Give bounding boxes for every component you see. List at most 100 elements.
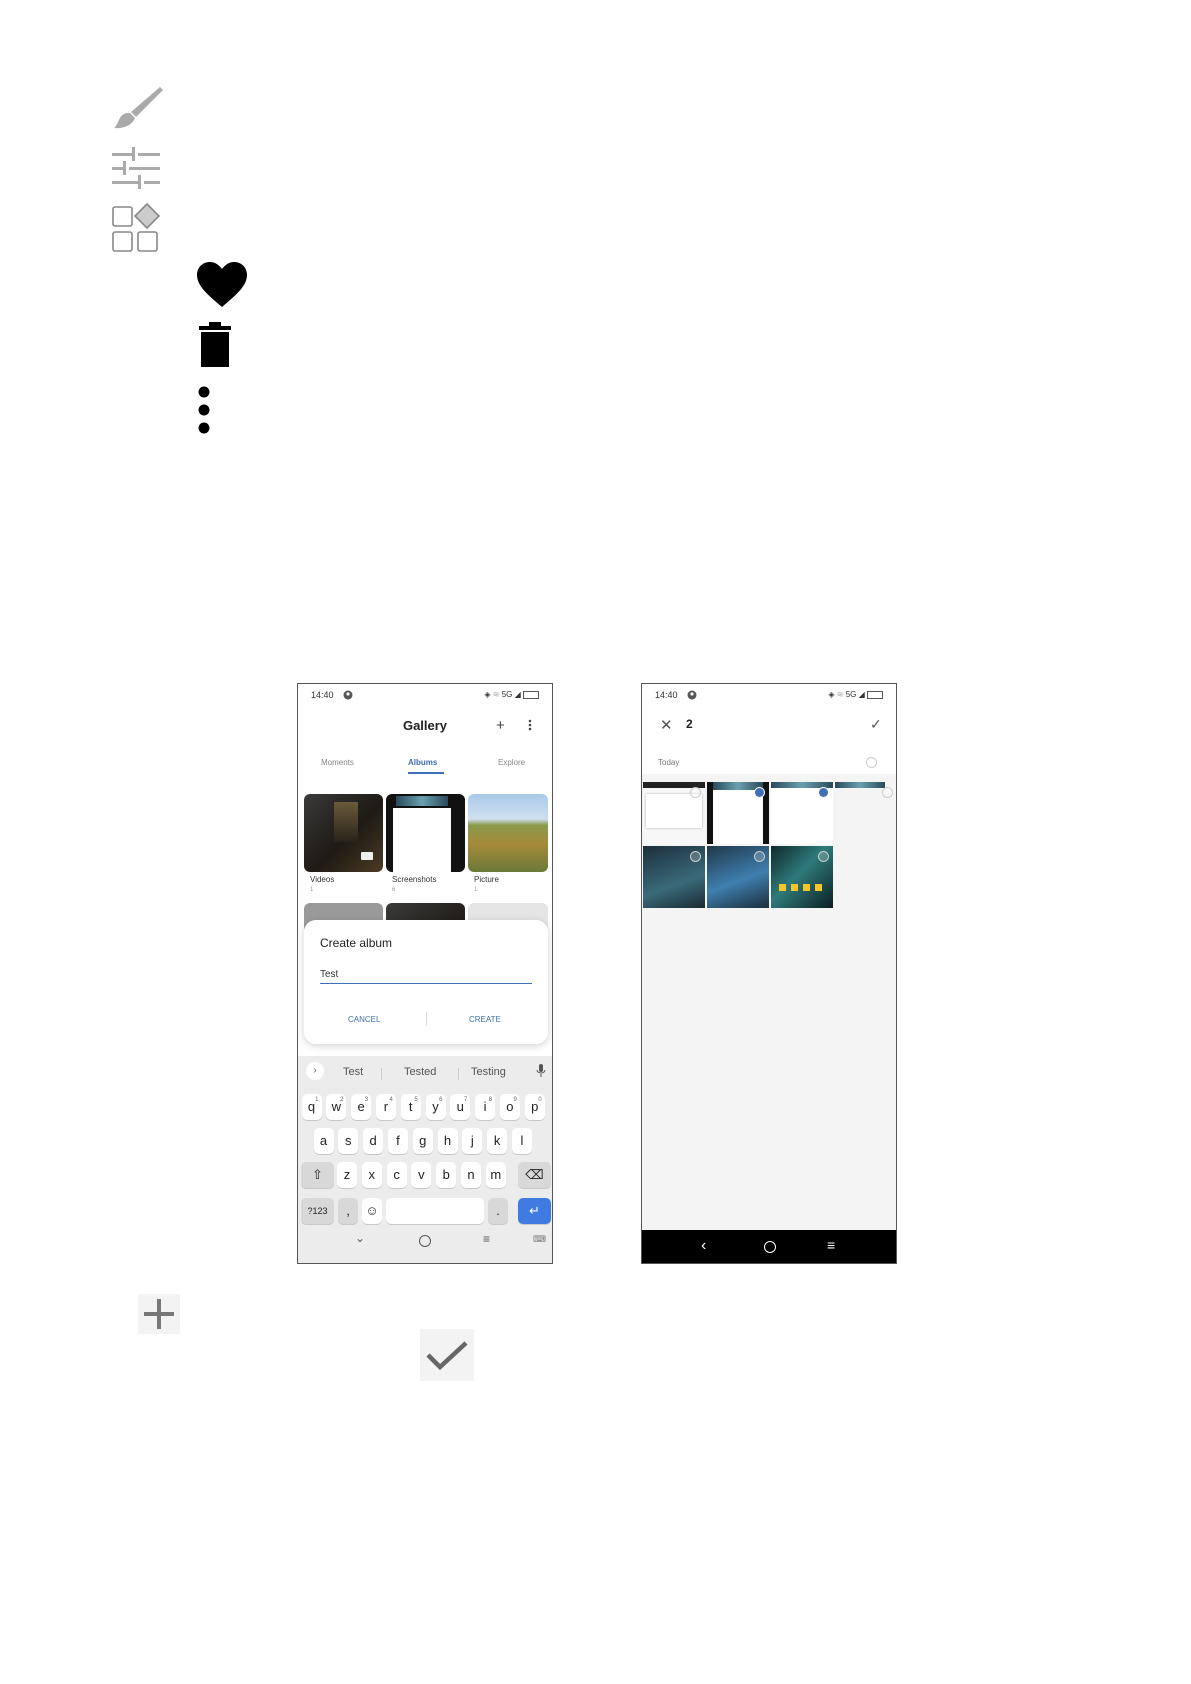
select-radio-5[interactable] xyxy=(690,851,701,862)
key-s[interactable]: s xyxy=(338,1128,359,1154)
suggestion-3[interactable]: Testing xyxy=(471,1066,506,1078)
select-radio-3[interactable] xyxy=(818,787,829,798)
comma-key[interactable]: , xyxy=(338,1198,358,1224)
key-m[interactable]: m xyxy=(485,1162,506,1188)
select-radio-1[interactable] xyxy=(690,787,701,798)
wifi-icon: ≋ xyxy=(836,690,844,699)
album-thumb-picture[interactable] xyxy=(468,794,548,872)
dialog-title: Create album xyxy=(320,936,393,950)
key-t[interactable]: t5 xyxy=(400,1094,421,1120)
tab-explore[interactable]: Explore xyxy=(498,758,525,767)
suggestion-2[interactable]: Tested xyxy=(404,1066,436,1078)
backspace-key[interactable]: ⌫ xyxy=(518,1162,551,1188)
more-vert-icon xyxy=(198,386,212,434)
status-bar: 14:40 ◈ ≋ 5G ◢ xyxy=(642,684,896,706)
keyboard-expand-button[interactable]: › xyxy=(306,1062,324,1080)
tab-indicator xyxy=(408,772,444,774)
select-radio-4[interactable] xyxy=(882,787,893,798)
keyboard: › Test Tested Testing q1w2e3r4t5y6u7i8o9… xyxy=(298,1056,552,1263)
account-icon xyxy=(687,690,697,702)
key-label: x xyxy=(368,1167,376,1182)
network-label: 5G xyxy=(501,690,513,699)
section-label-today: Today xyxy=(658,758,680,767)
tab-moments[interactable]: Moments xyxy=(321,758,354,767)
close-selection-button[interactable]: ✕ xyxy=(660,716,673,734)
key-label: s xyxy=(345,1133,352,1148)
nav-recents-icon[interactable]: ≡ xyxy=(827,1237,835,1253)
album-thumb-videos[interactable] xyxy=(304,794,383,872)
add-shape-icon xyxy=(112,203,162,253)
key-p[interactable]: p0 xyxy=(524,1094,545,1120)
keyboard-switch-icon[interactable]: ⌨ xyxy=(533,1234,546,1245)
key-label: h xyxy=(443,1133,452,1148)
check-icon xyxy=(420,1329,474,1381)
key-d[interactable]: d xyxy=(363,1128,384,1154)
add-album-button[interactable]: + xyxy=(496,717,505,734)
suggestion-1[interactable]: Test xyxy=(343,1066,363,1078)
enter-key[interactable]: ↵ xyxy=(518,1198,551,1224)
select-radio-6[interactable] xyxy=(754,851,765,862)
key-number-hint: 4 xyxy=(389,1097,393,1103)
key-label: a xyxy=(319,1133,328,1148)
key-e[interactable]: e3 xyxy=(351,1094,372,1120)
selected-count: 2 xyxy=(686,717,693,731)
key-label: m xyxy=(490,1167,502,1182)
key-r[interactable]: r4 xyxy=(375,1094,396,1120)
key-k[interactable]: k xyxy=(487,1128,508,1154)
nav-home-icon[interactable] xyxy=(419,1235,431,1247)
key-h[interactable]: h xyxy=(437,1128,458,1154)
symbols-key[interactable]: ?123 xyxy=(301,1198,334,1224)
nav-back-icon[interactable]: ‹ xyxy=(701,1237,706,1255)
key-i[interactable]: i8 xyxy=(475,1094,496,1120)
status-bar: 14:40 ◈ ≋ 5G ◢ xyxy=(298,684,552,706)
more-options-button[interactable] xyxy=(528,718,532,736)
key-a[interactable]: a xyxy=(313,1128,334,1154)
key-number-hint: 5 xyxy=(414,1097,418,1103)
key-q[interactable]: q1 xyxy=(301,1094,322,1120)
vibrate-icon: ◈ xyxy=(484,690,491,699)
create-button[interactable]: CREATE xyxy=(469,1015,501,1024)
cancel-button[interactable]: CANCEL xyxy=(348,1015,380,1024)
album-name-videos: Videos xyxy=(310,875,335,884)
period-key[interactable]: . xyxy=(488,1198,508,1224)
select-radio-2[interactable] xyxy=(754,787,765,798)
album-name-screenshots: Screenshots xyxy=(392,875,437,884)
key-label: c xyxy=(393,1167,400,1182)
confirm-check-button[interactable]: ✓ xyxy=(870,716,882,733)
battery-icon xyxy=(867,690,883,699)
key-w[interactable]: w2 xyxy=(326,1094,347,1120)
nav-hide-keyboard-icon[interactable]: ⌄ xyxy=(355,1231,365,1245)
microphone-icon[interactable] xyxy=(536,1064,546,1083)
key-l[interactable]: l xyxy=(511,1128,532,1154)
key-f[interactable]: f xyxy=(387,1128,408,1154)
key-b[interactable]: b xyxy=(436,1162,457,1188)
gallery-title: Gallery xyxy=(402,718,448,733)
key-u[interactable]: u7 xyxy=(450,1094,471,1120)
video-icon xyxy=(361,852,373,860)
album-name-input[interactable]: Test xyxy=(320,969,532,984)
nav-home-icon[interactable] xyxy=(764,1241,776,1253)
nav-recents-icon[interactable]: ≡ xyxy=(483,1232,490,1246)
shift-key[interactable]: ⇧ xyxy=(301,1162,334,1188)
key-number-hint: 8 xyxy=(488,1097,493,1103)
tab-albums[interactable]: Albums xyxy=(408,758,437,767)
navigation-bar: ‹ ≡ xyxy=(642,1230,896,1263)
key-g[interactable]: g xyxy=(412,1128,433,1154)
space-key[interactable] xyxy=(386,1198,484,1224)
key-x[interactable]: x xyxy=(361,1162,382,1188)
suggestion-divider xyxy=(381,1068,382,1080)
emoji-key[interactable]: ☺ xyxy=(362,1198,382,1224)
key-n[interactable]: n xyxy=(461,1162,481,1188)
album-thumb-screenshots[interactable] xyxy=(386,794,465,872)
select-radio-7[interactable] xyxy=(818,851,829,862)
key-v[interactable]: v xyxy=(411,1162,432,1188)
key-y[interactable]: y6 xyxy=(425,1094,446,1120)
signal-icon: ◢ xyxy=(514,690,521,699)
key-c[interactable]: c xyxy=(386,1162,407,1188)
key-z[interactable]: z xyxy=(337,1162,357,1188)
key-o[interactable]: o9 xyxy=(499,1094,520,1120)
key-label: g xyxy=(419,1133,427,1148)
key-number-hint: 6 xyxy=(439,1097,443,1103)
select-all-radio[interactable] xyxy=(866,757,877,768)
key-j[interactable]: j xyxy=(462,1128,483,1154)
